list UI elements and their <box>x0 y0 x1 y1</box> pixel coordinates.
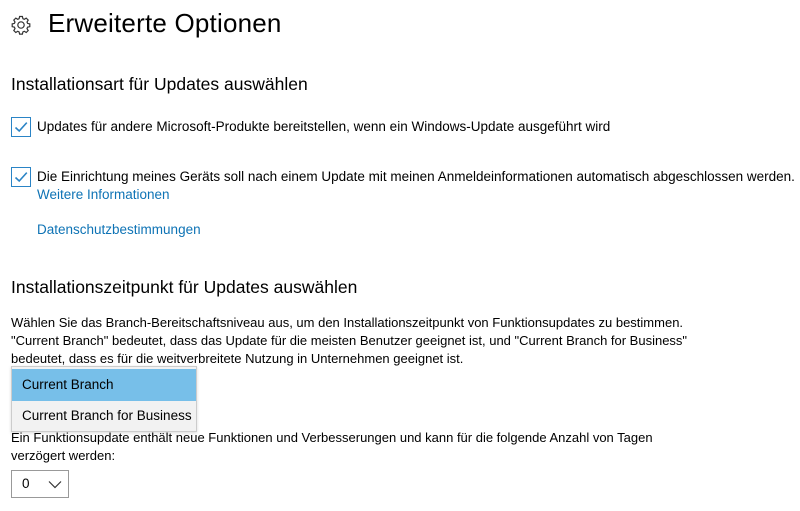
auto-setup-checkbox[interactable] <box>11 167 31 187</box>
checkmark-icon <box>14 172 28 183</box>
other-products-label: Updates für andere Microsoft-Produkte be… <box>37 119 611 134</box>
install-type-heading: Installationsart für Updates auswählen <box>11 74 308 94</box>
branch-option-current-branch[interactable]: Current Branch <box>12 369 196 401</box>
install-time-heading: Installationszeitpunkt für Updates auswä… <box>11 277 358 297</box>
page-title: Erweiterte Optionen <box>48 8 282 38</box>
chevron-down-icon <box>48 481 62 489</box>
branch-option-current-branch-for-business[interactable]: Current Branch for Business <box>12 400 196 432</box>
defer-days-select[interactable]: 0 <box>11 470 69 498</box>
gear-icon <box>10 14 32 36</box>
privacy-link[interactable]: Datenschutzbestimmungen <box>37 222 201 237</box>
more-info-link[interactable]: Weitere Informationen <box>37 187 170 202</box>
branch-description-line-1: Wählen Sie das Branch-Bereitschaftsnivea… <box>11 315 684 330</box>
checkmark-icon <box>14 122 28 133</box>
defer-days-value: 0 <box>22 476 30 491</box>
feature-update-line-2: verzögert werden: <box>11 448 116 463</box>
other-products-checkbox[interactable] <box>11 117 31 137</box>
branch-dropdown-list[interactable]: Current Branch Current Branch for Busine… <box>11 366 197 432</box>
auto-setup-label: Die Einrichtung meines Geräts soll nach … <box>37 169 795 184</box>
branch-description-line-2: "Current Branch" bedeutet, dass das Upda… <box>11 333 688 348</box>
